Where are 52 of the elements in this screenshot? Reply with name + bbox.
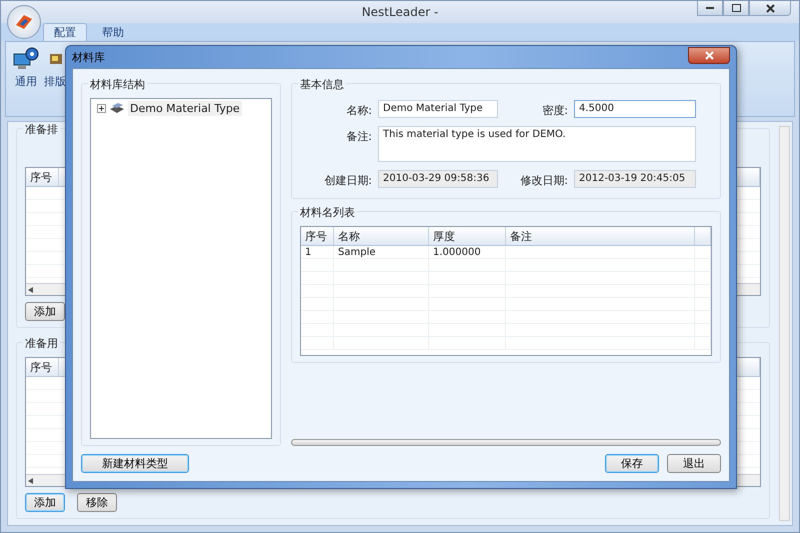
group-title: 材料名列表 xyxy=(298,205,357,220)
input-field[interactable]: 4.5000 xyxy=(574,100,696,118)
column-header[interactable]: 名称 xyxy=(334,227,429,245)
close-button[interactable] xyxy=(688,47,730,64)
group-title: 基本信息 xyxy=(298,77,346,92)
material-stack-icon xyxy=(109,102,125,115)
expand-icon[interactable] xyxy=(97,104,106,113)
close-icon xyxy=(704,51,714,60)
column-header[interactable]: 序号 xyxy=(26,358,59,376)
ribbon-button[interactable]: 通用 xyxy=(12,46,40,112)
horizontal-scrollbar[interactable] xyxy=(291,439,721,446)
table-cell: Sample xyxy=(334,246,429,258)
scroll-left-icon[interactable] xyxy=(28,286,33,293)
table-cell: 1 xyxy=(301,246,334,258)
panel-button[interactable]: 添加 xyxy=(25,493,65,512)
field-label: 密度: xyxy=(541,103,568,118)
group-title: 准备用 xyxy=(23,336,60,352)
close-icon xyxy=(766,4,774,12)
field-label: 名称: xyxy=(345,103,372,118)
field-label: 备注: xyxy=(345,129,372,144)
panel-button[interactable]: 移除 xyxy=(77,493,117,512)
minimize-icon xyxy=(706,6,714,10)
field-label: 创建日期: xyxy=(323,173,372,188)
group-title: 准备排 xyxy=(23,122,60,137)
maximize-icon xyxy=(732,4,740,12)
field-label: 修改日期: xyxy=(519,173,568,188)
ribbon-button[interactable]: 排版 xyxy=(44,46,66,112)
column-header[interactable]: 备注 xyxy=(506,227,695,245)
panel-button[interactable]: 添加 xyxy=(25,302,65,322)
ribbon-tab[interactable]: 配置 xyxy=(43,23,87,41)
input-field[interactable]: 2010-03-29 09:58:36 xyxy=(378,170,498,188)
dialog-button[interactable]: 保存 xyxy=(605,454,659,473)
column-header[interactable]: 厚度 xyxy=(429,227,506,245)
ribbon-tab[interactable]: 帮助 xyxy=(91,23,135,41)
close-button[interactable] xyxy=(749,1,791,16)
computer-gear-icon xyxy=(12,46,40,72)
group-title: 材料库结构 xyxy=(88,77,147,92)
scroll-left-icon[interactable] xyxy=(28,478,33,484)
maximize-button[interactable] xyxy=(723,1,749,16)
column-header[interactable]: 序号 xyxy=(301,227,334,245)
window-title: NestLeader - xyxy=(362,5,438,19)
minimize-button[interactable] xyxy=(697,1,723,16)
input-field[interactable]: Demo Material Type xyxy=(378,100,498,118)
tree-item[interactable]: Demo Material Type xyxy=(128,101,242,116)
table-cell: 1.000000 xyxy=(429,246,506,258)
column-header[interactable]: 序号 xyxy=(26,168,59,186)
text-area[interactable]: This material type is used for DEMO. xyxy=(378,126,696,162)
input-field[interactable]: 2012-03-19 20:45:05 xyxy=(574,170,696,188)
dialog-button[interactable]: 退出 xyxy=(667,454,721,473)
new-type-button[interactable]: 新建材料类型 xyxy=(81,454,189,473)
dialog-title: 材料库 xyxy=(72,50,105,64)
vertical-scrollbar[interactable] xyxy=(779,126,790,521)
